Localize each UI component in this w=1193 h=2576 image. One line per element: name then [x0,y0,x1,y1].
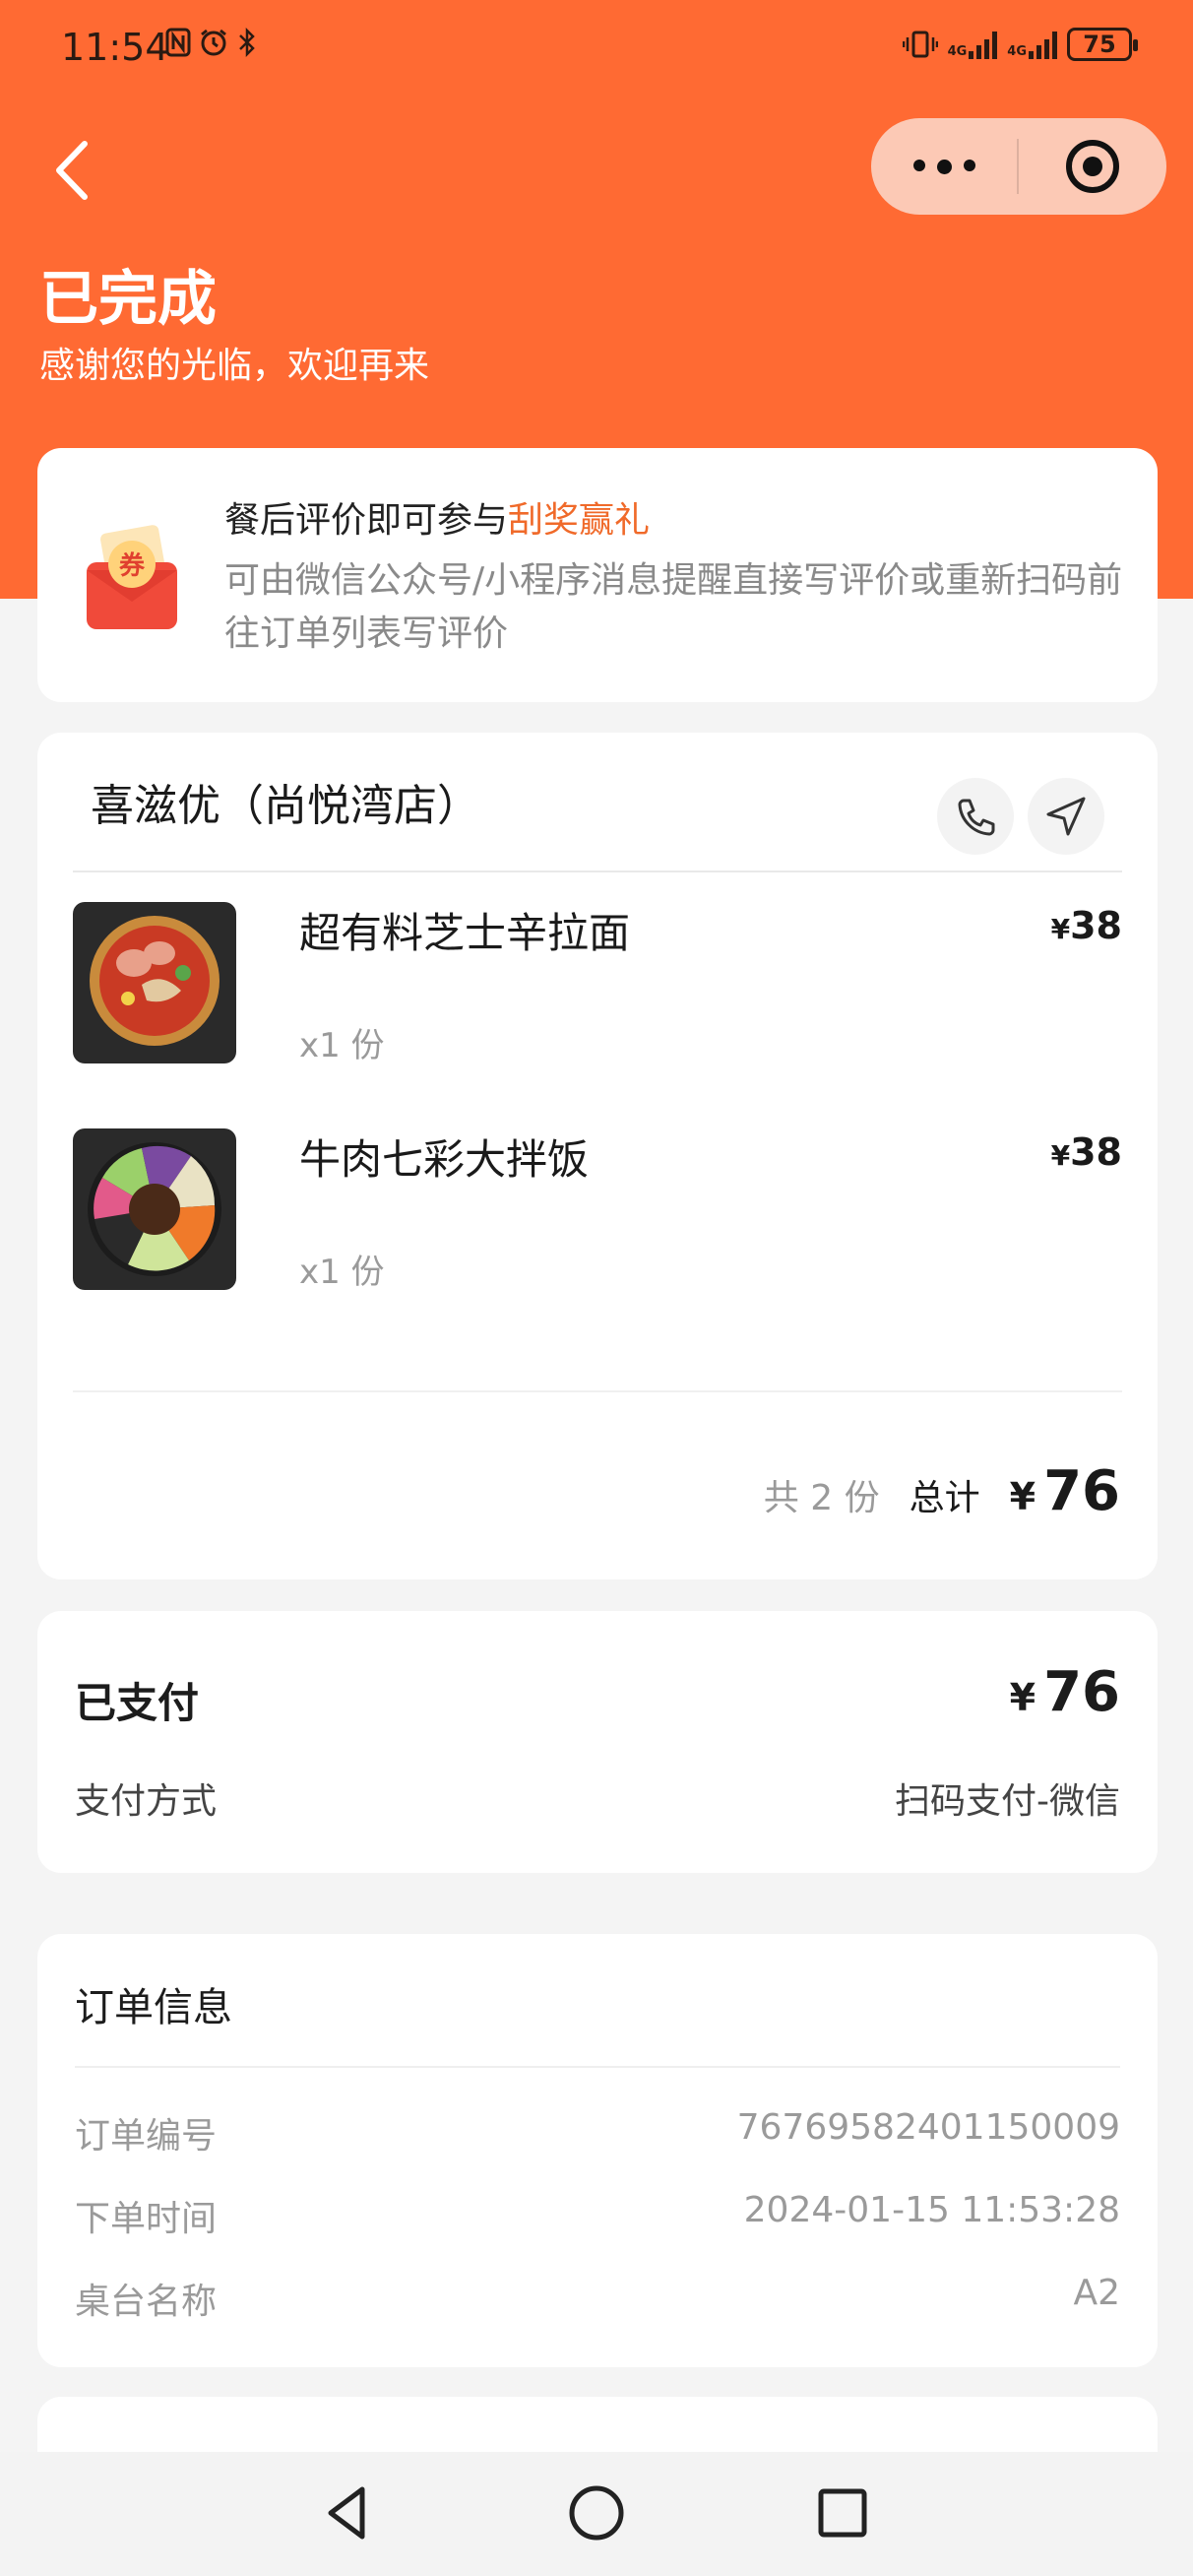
payment-status: 已支付 [75,1679,200,1727]
info-label: 订单编号 [75,2116,218,2157]
payment-card: 已支付 ¥76 支付方式 扫码支付-微信 [37,1611,1158,1873]
currency-symbol: ¥ [1050,913,1071,945]
store-order-card: 喜滋优（尚悦湾店） 超有料芝士辛拉面 ¥38 x1 份 牛肉七彩大拌饭 ¥38 … [37,733,1158,1579]
status-right-icons: 4G 4G 75 [902,28,1138,61]
item-price: ¥38 [1051,904,1122,947]
target-icon [1066,140,1119,193]
signal-4g-icon: 4G [1007,30,1057,59]
alarm-icon [201,29,226,56]
order-summary: 共 2 份 总计 ¥76 [764,1459,1120,1523]
vibrate-icon [902,31,938,58]
status-bar: 11:54 4G 4G 75 [0,0,1193,98]
item-name: 牛肉七彩大拌饭 [299,1135,590,1184]
divider [73,870,1122,872]
item-price-value: 38 [1070,904,1122,947]
divider [75,2066,1120,2068]
item-name: 超有料芝士辛拉面 [299,909,631,957]
more-dot [963,159,975,171]
navigate-store-button[interactable] [1028,778,1104,855]
payment-amount: ¥76 [1010,1660,1120,1724]
payment-amount-value: 76 [1043,1660,1120,1724]
item-count: 共 2 份 [763,1478,880,1518]
payment-method: 扫码支付-微信 [895,1781,1120,1822]
triangle-back-icon [328,2486,365,2540]
status-time: 11:54 [61,26,169,69]
payment-method-label: 支付方式 [75,1781,218,1822]
more-dot [912,159,925,171]
signal-4g-icon: 4G [948,30,998,59]
more-button[interactable] [871,159,1017,174]
navigation-arrow-icon [1046,797,1086,836]
currency-symbol: ¥ [1050,1139,1071,1172]
total-value: 76 [1043,1459,1120,1523]
phone-icon [958,799,995,836]
order-item: 牛肉七彩大拌饭 ¥38 x1 份 [73,1128,1122,1296]
system-home-button[interactable] [565,2481,628,2544]
page-title: 已完成 [39,265,217,334]
order-info-title: 订单信息 [75,1985,232,2030]
currency-symbol: ¥ [1009,1676,1036,1719]
item-price-value: 38 [1070,1130,1122,1174]
status-left-icons [165,28,258,57]
system-navigation-bar [0,2452,1193,2576]
back-button[interactable] [47,136,106,205]
order-number-value[interactable]: 76769582401150009 [737,2107,1120,2148]
order-item: 超有料芝士辛拉面 ¥38 x1 份 [73,902,1122,1069]
coupon-icon-text: 券 [119,551,146,581]
bluetooth-icon [239,28,255,57]
promo-description: 可由微信公众号/小程序消息提醒直接写评价或重新扫码前往订单列表写评价 [224,560,1123,654]
call-store-button[interactable] [937,778,1014,855]
coupon-envelope-icon: 券 [81,525,183,633]
miniprogram-capsule [871,118,1166,215]
bibimbap-dish-image [73,1128,236,1290]
promo-title: 餐后评价即可参与刮奖赢礼 [224,491,650,543]
review-promo-card[interactable]: 券 餐后评价即可参与刮奖赢礼 可由微信公众号/小程序消息提醒直接写评价或重新扫码… [37,448,1158,702]
more-dot [936,159,952,174]
close-miniprogram-button[interactable] [1019,138,1166,195]
item-quantity: x1 份 [299,1026,385,1065]
divider [73,1390,1122,1392]
ramen-dish-image [73,902,236,1063]
promo-title-prefix: 餐后评价即可参与 [224,500,509,541]
store-name: 喜滋优（尚悦湾店） [91,781,480,831]
info-label: 下单时间 [75,2199,218,2239]
table-name-row: 桌台名称 A2 [75,2273,1120,2324]
order-number-row: 订单编号 76769582401150009 [75,2107,1120,2158]
page-subtitle: 感谢您的光临，欢迎再来 [39,346,430,386]
order-time-value: 2024-01-15 11:53:28 [743,2190,1120,2230]
total-amount: ¥76 [1010,1459,1120,1523]
order-info-card: 订单信息 订单编号 76769582401150009 下单时间 2024-01… [37,1934,1158,2367]
table-name-value: A2 [1073,2273,1120,2313]
nfc-icon [165,28,191,57]
item-price: ¥38 [1051,1130,1122,1174]
network-label: 4G [947,44,968,59]
system-recents-button[interactable] [811,2481,874,2544]
system-back-button[interactable] [317,2481,380,2544]
circle-home-icon [569,2485,624,2541]
network-label: 4G [1007,44,1027,59]
chevron-left-icon [56,141,88,200]
square-recents-icon [818,2488,867,2538]
item-quantity: x1 份 [299,1253,385,1292]
battery-icon: 75 [1067,28,1138,61]
total-label: 总计 [909,1478,980,1518]
info-label: 桌台名称 [75,2282,218,2322]
promo-highlight-link[interactable]: 刮奖赢礼 [508,500,650,541]
currency-symbol: ¥ [1009,1475,1036,1518]
order-time-row: 下单时间 2024-01-15 11:53:28 [75,2190,1120,2241]
